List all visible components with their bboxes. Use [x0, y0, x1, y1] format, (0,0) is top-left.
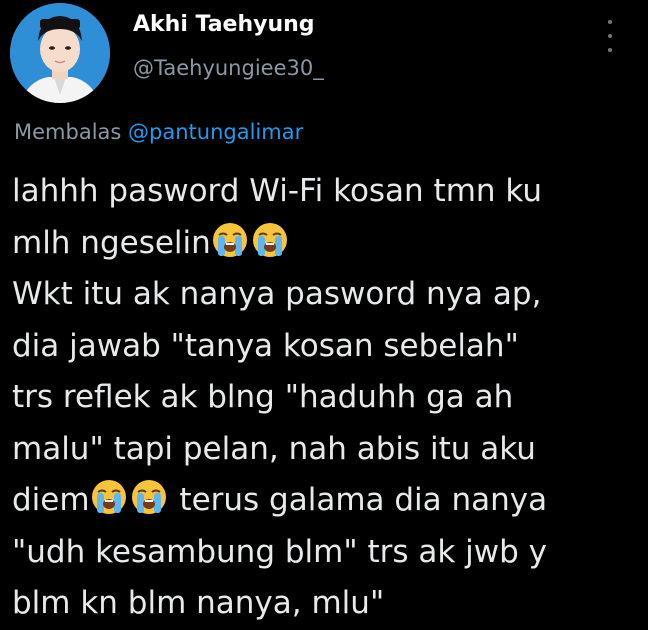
tweet-line: diem terus galama dia nanya — [12, 475, 642, 527]
more-options-icon[interactable] — [602, 20, 618, 52]
tweet-line-text: dia jawab "tanya kosan sebelah" — [12, 327, 519, 364]
dot — [608, 34, 612, 38]
author-handle[interactable]: @Taehyungiee30_ — [133, 56, 324, 80]
dot — [608, 20, 612, 24]
tweet-line: Wkt itu ak nanya pasword nya ap, — [12, 269, 642, 321]
tweet: Akhi Taehyung @Taehyungiee30_ Membalas @… — [0, 0, 648, 628]
tweet-line: "udh kesambung blm" trs ak jwb y — [12, 527, 642, 579]
author-display-name[interactable]: Akhi Taehyung — [133, 12, 315, 37]
tweet-line-text: diem — [12, 482, 90, 518]
reply-context: Membalas @pantungalimar — [14, 120, 303, 144]
tweet-line: dia jawab "tanya kosan sebelah" — [12, 321, 642, 373]
reply-mention-link[interactable]: @pantungalimar — [128, 120, 303, 144]
loudly-crying-face-icon — [90, 478, 128, 516]
tweet-line-text: trs reflek ak blng "haduhh ga ah — [12, 379, 514, 415]
tweet-line-text: blm kn blm nanya, mlu" — [12, 585, 385, 621]
profile-photo-icon — [10, 3, 110, 103]
avatar[interactable] — [10, 3, 110, 103]
tweet-line-text: lahhh pasword Wi-Fi kosan tmn ku — [12, 173, 543, 209]
loudly-crying-face-icon — [130, 478, 168, 516]
tweet-line: mlh ngeselin — [12, 218, 642, 270]
tweet-line: trs reflek ak blng "haduhh ga ah — [12, 372, 642, 424]
reply-prefix: Membalas — [14, 120, 122, 144]
tweet-line: malu" tapi pelan, nah abis itu aku — [12, 424, 642, 476]
dot — [608, 48, 612, 52]
tweet-line-text-continued: terus galama dia nanya — [169, 482, 548, 518]
loudly-crying-face-icon — [251, 221, 289, 259]
tweet-line-text: "udh kesambung blm" trs ak jwb y — [12, 533, 548, 570]
tweet-line-text: Wkt itu ak nanya pasword nya ap, — [12, 276, 542, 312]
loudly-crying-face-icon — [211, 221, 249, 259]
tweet-text: lahhh pasword Wi-Fi kosan tmn ku mlh nges… — [12, 166, 642, 630]
tweet-line-text: mlh ngeselin — [12, 224, 211, 261]
tweet-line: lahhh pasword Wi-Fi kosan tmn ku — [12, 166, 642, 218]
tweet-line: blm kn blm nanya, mlu" — [12, 578, 642, 630]
tweet-line-text: malu" tapi pelan, nah abis itu aku — [12, 430, 536, 467]
